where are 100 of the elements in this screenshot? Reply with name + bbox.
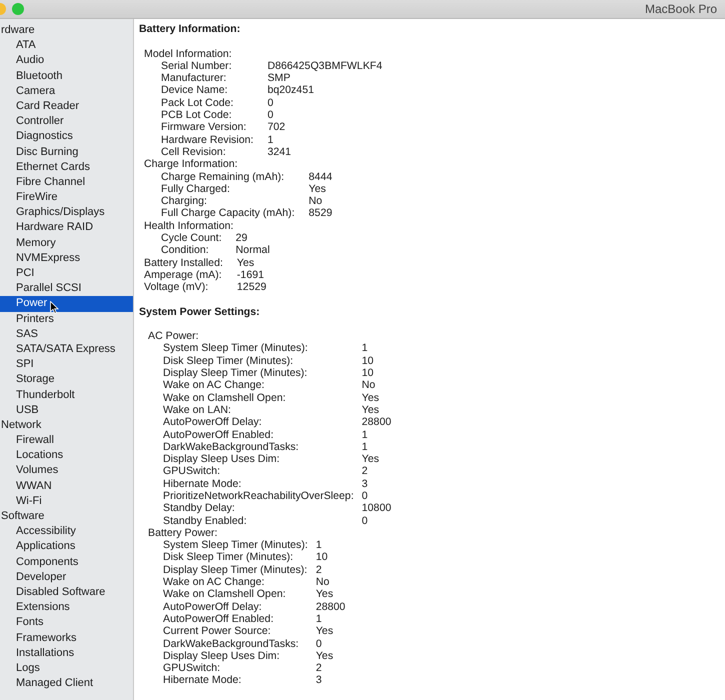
sidebar-item[interactable]: Developer xyxy=(0,570,133,585)
sidebar-item[interactable]: NVMExpress xyxy=(0,250,133,266)
property-value: No xyxy=(316,576,330,588)
property-label: PrioritizeNetworkReachabilityOverSleep: xyxy=(163,490,354,502)
section-title: Battery Information: xyxy=(139,23,242,36)
property-label: GPUSwitch: xyxy=(163,465,222,478)
sidebar-item[interactable]: Frameworks xyxy=(0,630,133,646)
sidebar-item[interactable]: ATA xyxy=(0,38,133,54)
sidebar-item[interactable]: Firewall xyxy=(0,433,133,448)
sidebar-item[interactable]: PCI xyxy=(0,266,133,282)
property-value: bq20z451 xyxy=(267,84,315,97)
property-value: 10800 xyxy=(362,502,392,515)
property-label: System Sleep Timer (Minutes): xyxy=(163,342,309,355)
property-value: 8444 xyxy=(308,170,332,183)
sidebar-item[interactable]: Fonts xyxy=(0,615,133,630)
property-label: DarkWakeBackgroundTasks: xyxy=(163,638,300,650)
property-value: 3 xyxy=(316,674,323,687)
sidebar-item[interactable]: Diagnostics xyxy=(0,129,133,144)
sidebar-item[interactable]: Managed Client xyxy=(0,676,133,692)
group-heading: Model Information: xyxy=(143,48,233,60)
property-value: Yes xyxy=(362,392,380,404)
sidebar-item[interactable]: rdware xyxy=(0,23,133,38)
property-value: No xyxy=(362,379,376,392)
property-label: Wake on AC Change: xyxy=(163,379,266,392)
sidebar-item[interactable]: Fibre Channel xyxy=(0,174,133,190)
property-value: 0 xyxy=(316,638,323,650)
sidebar-item[interactable]: SATA/SATA Express xyxy=(0,342,133,358)
property-value: Yes xyxy=(362,404,380,416)
sidebar-item[interactable]: Parallel SCSI xyxy=(0,281,133,296)
sidebar-item[interactable]: Power xyxy=(0,296,133,312)
property-value: 10 xyxy=(362,367,375,380)
sidebar-item[interactable]: Logs xyxy=(0,660,133,676)
property-label: System Sleep Timer (Minutes): xyxy=(163,539,308,552)
property-label: Charging: xyxy=(161,195,208,208)
property-value: Yes xyxy=(362,453,380,466)
property-label: Disk Sleep Timer (Minutes): xyxy=(163,551,294,564)
property-label: Wake on Clamshell Open: xyxy=(163,588,287,601)
sidebar-item[interactable]: Printers xyxy=(0,312,133,327)
sidebar-item[interactable]: Disc Burning xyxy=(0,144,133,160)
sidebar-item[interactable]: Network xyxy=(0,418,133,434)
sidebar-item[interactable]: Audio xyxy=(0,53,133,69)
mouse-pointer-icon xyxy=(50,301,59,314)
sidebar-item[interactable]: Extensions xyxy=(0,600,133,616)
property-label: Fully Charged: xyxy=(161,182,231,196)
sidebar-item[interactable]: Memory xyxy=(0,236,133,251)
sidebar-item[interactable]: Camera xyxy=(0,84,133,99)
property-value: Yes xyxy=(316,650,334,662)
property-label: Display Sleep Uses Dim: xyxy=(163,650,281,662)
property-label: Condition: xyxy=(161,244,210,257)
property-value: 29 xyxy=(236,232,248,244)
property-label: AutoPowerOff Delay: xyxy=(163,600,263,613)
property-value: 1 xyxy=(316,612,323,626)
property-label: Voltage (mV): xyxy=(144,281,210,294)
property-value: 1 xyxy=(362,440,369,454)
sidebar-item[interactable]: Applications xyxy=(0,539,133,555)
property-label: Amperage (mA): xyxy=(144,268,223,282)
sidebar-item[interactable]: SPI xyxy=(0,357,133,372)
property-value: Yes xyxy=(316,588,334,601)
sidebar-item[interactable]: SAS xyxy=(0,326,133,342)
property-label: Display Sleep Timer (Minutes): xyxy=(163,564,308,576)
sidebar-item[interactable]: Thunderbolt xyxy=(0,388,133,403)
property-label: AutoPowerOff Enabled: xyxy=(163,612,275,626)
sidebar-item[interactable]: Software xyxy=(0,509,133,524)
property-value: Yes xyxy=(236,256,256,269)
property-label: Device Name: xyxy=(161,84,229,97)
property-label: Serial Number: xyxy=(161,60,233,72)
group-heading: Health Information: xyxy=(143,220,235,232)
property-label: AutoPowerOff Enabled: xyxy=(163,428,275,441)
sidebar-item[interactable]: Hardware RAID xyxy=(0,220,133,236)
sidebar-item[interactable]: Graphics/Displays xyxy=(0,205,133,220)
sidebar-item[interactable]: Accessibility xyxy=(0,524,133,540)
property-value: 3 xyxy=(362,478,369,490)
property-value: 0 xyxy=(267,109,274,122)
sidebar-item[interactable]: Ethernet Cards xyxy=(0,160,133,175)
zoom-window-icon[interactable] xyxy=(12,3,24,15)
property-label: Wake on AC Change: xyxy=(163,576,266,588)
sidebar-item[interactable]: Volumes xyxy=(0,463,133,479)
property-label: Charge Remaining (mAh): xyxy=(161,170,286,183)
sidebar-item[interactable]: Locations xyxy=(0,448,133,464)
sidebar-item[interactable]: Card Reader xyxy=(0,98,133,114)
sidebar-item[interactable]: Bluetooth xyxy=(0,68,133,84)
property-value: 12529 xyxy=(236,281,266,294)
sidebar-item[interactable]: Wi-Fi xyxy=(0,494,133,509)
property-label: Manufacturer: xyxy=(161,72,228,84)
sidebar-item[interactable]: Disabled Software xyxy=(0,584,133,600)
property-value: 3241 xyxy=(267,146,292,158)
property-value: 1 xyxy=(267,134,274,146)
sidebar-item[interactable]: Components xyxy=(0,554,133,570)
sidebar-item[interactable]: Controller xyxy=(0,114,133,130)
property-value: Yes xyxy=(308,182,327,196)
property-value: 2 xyxy=(316,662,323,674)
sidebar-item[interactable]: FireWire xyxy=(0,190,133,206)
property-label: Cycle Count: xyxy=(161,232,222,244)
sidebar-item[interactable]: WWAN xyxy=(0,478,133,494)
sidebar-item[interactable]: Storage xyxy=(0,372,133,388)
sidebar-item[interactable]: USB xyxy=(0,402,133,418)
property-value: 702 xyxy=(267,121,286,134)
sidebar-item[interactable]: Installations xyxy=(0,646,133,661)
property-label: Hibernate Mode: xyxy=(163,674,242,687)
property-label: AutoPowerOff Delay: xyxy=(163,416,263,428)
